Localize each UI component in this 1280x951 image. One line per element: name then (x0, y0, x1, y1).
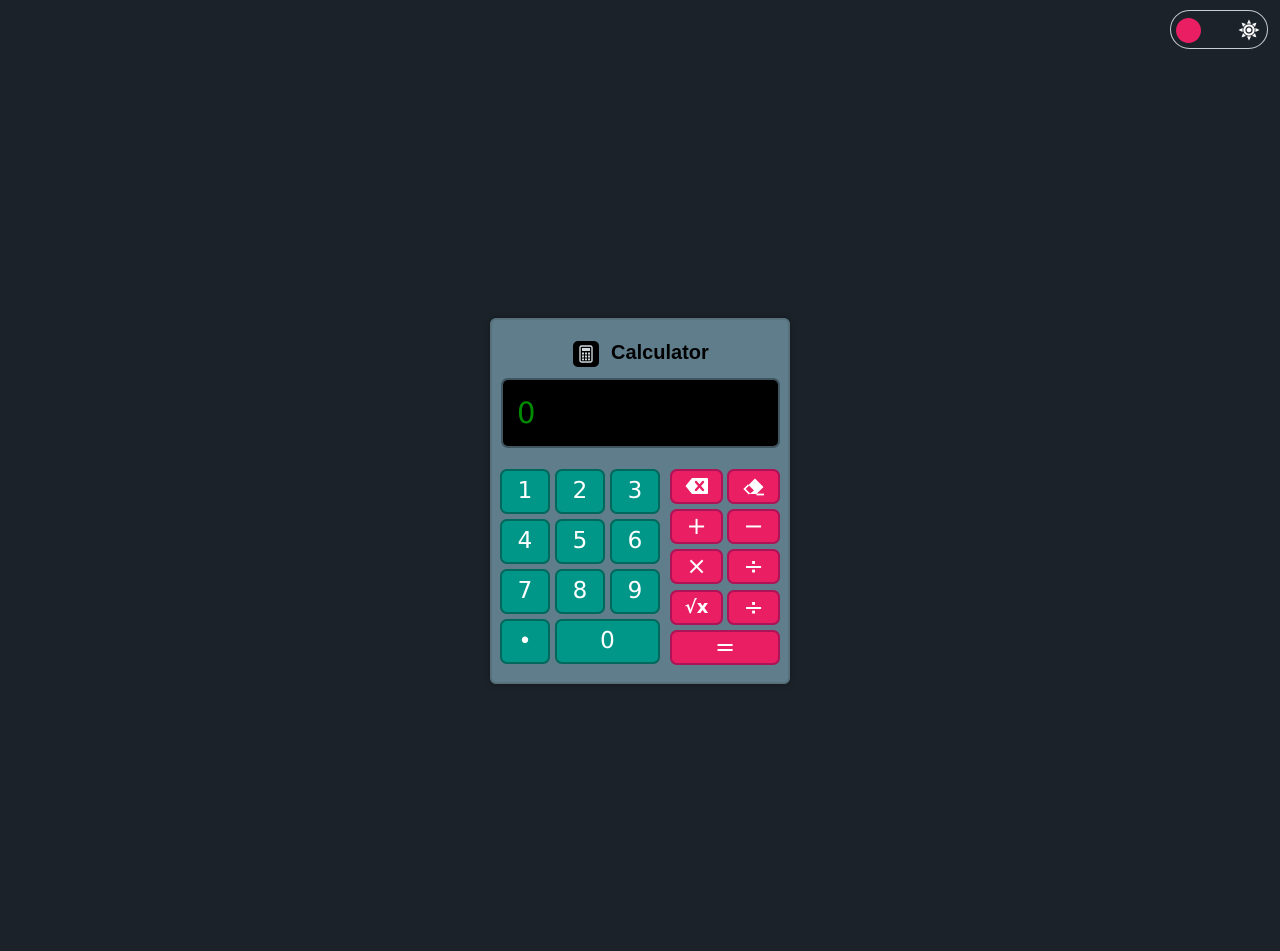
theme-toggle[interactable] (1170, 10, 1268, 49)
backspace-button[interactable] (670, 469, 723, 504)
key-3[interactable]: 3 (610, 469, 660, 514)
key-7[interactable]: 7 (500, 569, 550, 614)
backspace-icon (685, 478, 708, 494)
key-decimal[interactable]: • (500, 619, 550, 664)
key-2[interactable]: 2 (555, 469, 605, 514)
clear-button[interactable] (727, 469, 780, 504)
minus-button[interactable]: − (727, 509, 780, 544)
divide-button[interactable]: ÷ (727, 549, 780, 584)
key-0[interactable]: 0 (555, 619, 660, 664)
calculator-header: Calculator (492, 338, 788, 368)
calculator-icon (573, 341, 599, 367)
sun-icon (1238, 19, 1260, 41)
sqrt-button[interactable]: √x (670, 590, 723, 625)
display-value: 0 (517, 396, 536, 430)
calculator-title: Calculator (611, 342, 709, 364)
multiply-button[interactable]: × (670, 549, 723, 584)
equals-button[interactable]: = (670, 630, 780, 665)
key-5[interactable]: 5 (555, 519, 605, 564)
key-6[interactable]: 6 (610, 519, 660, 564)
key-9[interactable]: 9 (610, 569, 660, 614)
calculator-display: 0 (501, 378, 780, 448)
calculator-panel: Calculator 0 1 2 3 4 5 6 7 8 9 • 0 + − ×… (490, 318, 790, 684)
toggle-knob (1176, 18, 1201, 43)
key-8[interactable]: 8 (555, 569, 605, 614)
eraser-icon (742, 478, 764, 496)
key-1[interactable]: 1 (500, 469, 550, 514)
plus-button[interactable]: + (670, 509, 723, 544)
divide-button-secondary[interactable]: ÷ (727, 590, 780, 625)
key-4[interactable]: 4 (500, 519, 550, 564)
